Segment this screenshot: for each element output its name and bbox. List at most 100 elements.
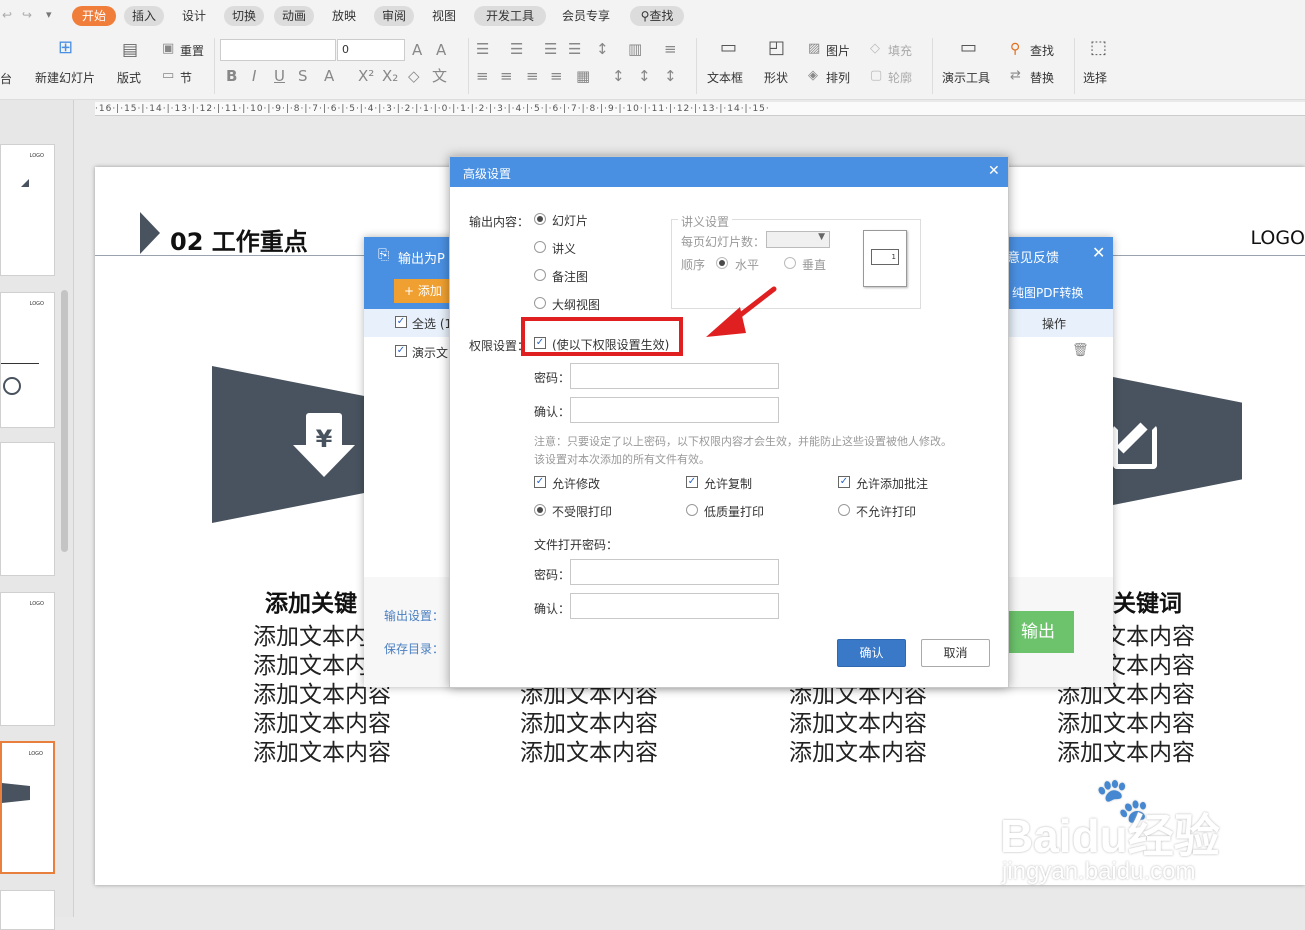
output-outline-radio[interactable]: [534, 297, 546, 309]
new-slide-button[interactable]: 新建幻灯片: [35, 69, 95, 86]
picture-button[interactable]: 图片: [826, 42, 850, 59]
keyword-title-1[interactable]: 添加关键: [265, 584, 357, 618]
redo-icon[interactable]: ↪: [22, 8, 32, 22]
print-unrestricted-radio[interactable]: [534, 504, 546, 516]
picture-icon[interactable]: ▨: [808, 41, 820, 57]
slide-title[interactable]: 02 工作重点: [170, 222, 308, 257]
clear-format-icon[interactable]: ◇: [408, 68, 420, 84]
columns-icon[interactable]: ▥: [628, 41, 642, 57]
phonetic-icon[interactable]: 文: [432, 68, 447, 84]
menu-animation[interactable]: 动画: [274, 6, 314, 26]
new-slide-icon[interactable]: ⊞: [58, 39, 73, 57]
keyword-title-4[interactable]: 关键词: [1113, 584, 1182, 618]
layout-icon[interactable]: ▤: [122, 42, 138, 59]
present-tools-button[interactable]: 演示工具: [942, 69, 990, 86]
slide-logo[interactable]: LOGO: [1250, 227, 1305, 249]
allow-comment-checkbox[interactable]: ✓: [838, 476, 850, 488]
shape-icon[interactable]: ◰: [768, 39, 785, 57]
menu-transition[interactable]: 切换: [224, 6, 264, 26]
select-icon[interactable]: ⬚: [1090, 39, 1107, 57]
find-button[interactable]: 查找: [1030, 42, 1054, 59]
fill-icon[interactable]: ◇: [870, 41, 880, 57]
font-grow-icon[interactable]: A: [412, 42, 422, 58]
numbered-list-icon[interactable]: ☰: [510, 41, 523, 57]
vertical-align-icon[interactable]: ↕: [664, 68, 677, 84]
permission-confirm-input[interactable]: [570, 397, 779, 423]
section-button[interactable]: 节: [180, 69, 192, 86]
open-confirm-input[interactable]: [570, 593, 779, 619]
font-color-icon[interactable]: A: [324, 68, 334, 84]
menu-insert[interactable]: 插入: [124, 6, 164, 26]
increase-indent-icon[interactable]: ☰: [568, 41, 581, 57]
outline-button[interactable]: 轮廓: [888, 69, 912, 86]
italic-icon[interactable]: I: [252, 68, 256, 84]
slide-thumbnail[interactable]: LOGO: [0, 592, 55, 726]
bold-icon[interactable]: B: [226, 68, 237, 84]
menu-slideshow[interactable]: 放映: [324, 6, 364, 26]
arrange-icon[interactable]: ◈: [808, 68, 818, 84]
export-button[interactable]: 输出: [1002, 611, 1074, 653]
close-icon[interactable]: ✕: [1092, 243, 1105, 262]
font-shrink-icon[interactable]: A: [436, 42, 446, 58]
slide-thumbnail-selected[interactable]: LOGO: [0, 741, 55, 874]
arrange-button[interactable]: 排列: [826, 69, 850, 86]
replace-icon[interactable]: ⇄: [1010, 68, 1021, 84]
menu-member[interactable]: 会员专享: [554, 6, 618, 26]
quick-access-dropdown-icon[interactable]: ▾: [46, 8, 52, 21]
textbox-icon[interactable]: ▭: [720, 39, 737, 57]
slide-thumbnail[interactable]: [0, 442, 55, 576]
select-all-checkbox[interactable]: ✓: [395, 316, 407, 328]
align-right-icon[interactable]: ≡: [526, 68, 539, 84]
select-button[interactable]: 选择: [1083, 69, 1107, 86]
decrease-indent-icon[interactable]: ☰: [544, 41, 557, 57]
paragraph-spacing-icon[interactable]: ↕: [638, 68, 651, 84]
allow-copy-checkbox[interactable]: ✓: [686, 476, 698, 488]
body-text-column-3[interactable]: 添加文本内容 添加文本内容 添加文本内容: [789, 681, 939, 768]
slides-per-page-select[interactable]: ▼: [766, 231, 830, 248]
order-vertical-radio[interactable]: [784, 257, 796, 269]
fill-button[interactable]: 填充: [888, 42, 912, 59]
line-spacing-icon[interactable]: ↕: [612, 68, 625, 84]
slide-thumbnail[interactable]: [0, 890, 55, 930]
feedback-link[interactable]: 意见反馈: [1007, 247, 1059, 266]
file-checkbox[interactable]: ✓: [395, 345, 407, 357]
align-center-icon[interactable]: ≡: [500, 68, 513, 84]
order-horizontal-radio[interactable]: [716, 257, 728, 269]
permission-password-input[interactable]: [570, 363, 779, 389]
distribute-icon[interactable]: ▦: [576, 68, 590, 84]
replace-button[interactable]: 替换: [1030, 69, 1054, 86]
subscript-icon[interactable]: X₂: [382, 68, 398, 84]
superscript-icon[interactable]: X²: [358, 68, 374, 84]
menu-review[interactable]: 审阅: [374, 6, 414, 26]
close-icon[interactable]: ✕: [988, 163, 1000, 179]
text-direction-icon[interactable]: ≡: [664, 41, 677, 57]
add-file-button[interactable]: + 添加: [394, 279, 454, 303]
menu-developer[interactable]: 开发工具: [474, 6, 546, 26]
print-disallow-radio[interactable]: [838, 504, 850, 516]
textbox-button[interactable]: 文本框: [707, 69, 743, 86]
allow-modify-checkbox[interactable]: ✓: [534, 476, 546, 488]
layout-button[interactable]: 版式: [117, 69, 141, 86]
bullet-list-icon[interactable]: ☰: [476, 41, 489, 57]
font-family-select[interactable]: [220, 39, 336, 61]
print-low-quality-radio[interactable]: [686, 504, 698, 516]
menu-view[interactable]: 视图: [424, 6, 464, 26]
menu-design[interactable]: 设计: [174, 6, 214, 26]
sort-icon[interactable]: ↕: [596, 41, 609, 57]
section-icon[interactable]: ▭: [162, 68, 174, 84]
find-icon[interactable]: ⚲: [1010, 41, 1020, 57]
shape-button[interactable]: 形状: [764, 69, 788, 86]
underline-icon[interactable]: U: [274, 68, 285, 84]
strikethrough-icon[interactable]: S: [298, 68, 308, 84]
menu-home[interactable]: 开始: [72, 6, 116, 26]
justify-icon[interactable]: ≡: [550, 68, 563, 84]
present-tools-icon[interactable]: ▭: [960, 39, 977, 57]
body-text-column-2[interactable]: 添加文本内容 添加文本内容 添加文本内容: [520, 681, 670, 768]
trash-icon[interactable]: 🗑: [1072, 343, 1089, 358]
confirm-button[interactable]: 确认: [837, 639, 906, 667]
outline-icon[interactable]: ▢: [870, 68, 882, 84]
pure-pdf-link[interactable]: 、纯图PDF转换: [1000, 284, 1083, 301]
undo-icon[interactable]: ↩: [2, 8, 12, 22]
output-handout-radio[interactable]: [534, 241, 546, 253]
font-size-select[interactable]: 0: [337, 39, 405, 61]
